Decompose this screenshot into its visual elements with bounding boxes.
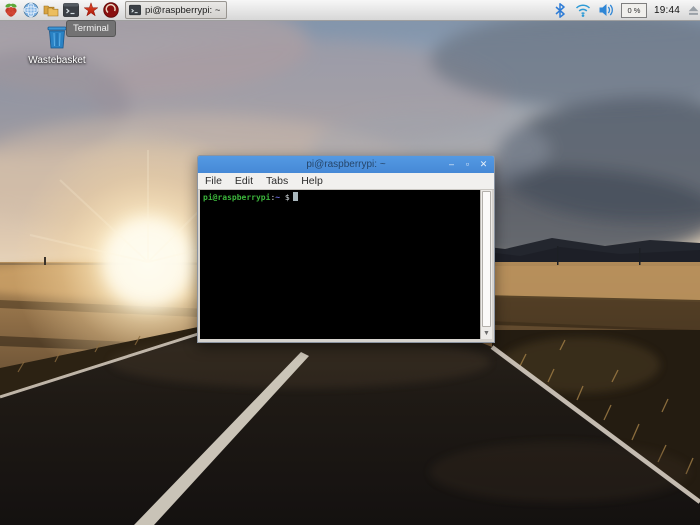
wastebasket-label: Wastebasket xyxy=(28,55,86,66)
taskbar-launchers xyxy=(0,2,119,18)
eject-tray-item[interactable] xyxy=(687,3,700,17)
wifi-icon xyxy=(575,4,591,17)
close-button[interactable]: ✕ xyxy=(477,158,490,171)
desktop: Wastebasket pi@raspberrypi: ~ – ▫ ✕ File… xyxy=(0,0,700,525)
menu-file[interactable]: File xyxy=(205,175,222,187)
prompt-user-host: pi@raspberrypi xyxy=(203,193,271,202)
menu-help[interactable]: Help xyxy=(301,175,323,187)
file-manager-button[interactable] xyxy=(43,2,59,18)
raspberry-icon xyxy=(5,3,17,17)
menu-tabs[interactable]: Tabs xyxy=(266,175,288,187)
globe-icon xyxy=(23,2,39,18)
cpu-usage-label: 0 % xyxy=(627,5,641,15)
window-controls: – ▫ ✕ xyxy=(445,156,490,173)
maximize-button[interactable]: ▫ xyxy=(461,158,474,171)
terminal-content-frame: pi@raspberrypi:~ $ ▼ xyxy=(198,190,494,342)
taskbar: pi@raspberrypi: ~ 0 % 19:44 xyxy=(0,0,700,21)
terminal-tooltip: Terminal xyxy=(66,20,116,37)
volume-tray-item[interactable] xyxy=(598,2,614,18)
window-menubar: File Edit Tabs Help xyxy=(198,173,494,190)
terminal-launcher-button[interactable] xyxy=(63,2,79,18)
terminal-screen[interactable]: pi@raspberrypi:~ $ xyxy=(200,190,480,339)
system-tray: 0 % 19:44 xyxy=(552,2,700,18)
minimize-button[interactable]: – xyxy=(445,158,458,171)
volume-icon xyxy=(599,4,613,16)
scrollbar-thumb[interactable] xyxy=(482,191,491,327)
terminal-icon xyxy=(63,3,79,17)
bluetooth-icon xyxy=(555,2,565,18)
taskbar-window-button-label: pi@raspberrypi: ~ xyxy=(145,4,221,16)
window-titlebar[interactable]: pi@raspberrypi: ~ – ▫ ✕ xyxy=(198,156,494,173)
prompt-symbol: $ xyxy=(284,193,290,202)
bluetooth-tray-item[interactable] xyxy=(552,2,568,18)
scrollbar-down-arrow[interactable]: ▼ xyxy=(481,328,492,339)
terminal-cursor xyxy=(292,192,298,201)
menu-edit[interactable]: Edit xyxy=(235,175,253,187)
mathematica-button[interactable] xyxy=(83,2,99,18)
mathematica-star-icon xyxy=(83,2,99,17)
prompt-path: ~ xyxy=(275,193,281,202)
tooltip-text: Terminal xyxy=(73,23,109,34)
cpu-monitor[interactable]: 0 % xyxy=(620,2,647,18)
folders-icon xyxy=(43,5,59,17)
menu-button[interactable] xyxy=(3,2,19,18)
terminal-icon xyxy=(129,4,141,16)
clock[interactable]: 19:44 xyxy=(654,5,680,16)
wolfram-icon xyxy=(103,2,119,18)
eject-icon xyxy=(688,5,699,15)
taskbar-window-button[interactable]: pi@raspberrypi: ~ xyxy=(125,1,228,19)
wastebasket-icon xyxy=(47,26,67,49)
browser-button[interactable] xyxy=(23,2,39,18)
terminal-scrollbar[interactable]: ▼ xyxy=(480,190,492,339)
wolfram-button[interactable] xyxy=(103,2,119,18)
terminal-window: pi@raspberrypi: ~ – ▫ ✕ File Edit Tabs H… xyxy=(197,155,495,343)
wifi-tray-item[interactable] xyxy=(575,2,591,18)
